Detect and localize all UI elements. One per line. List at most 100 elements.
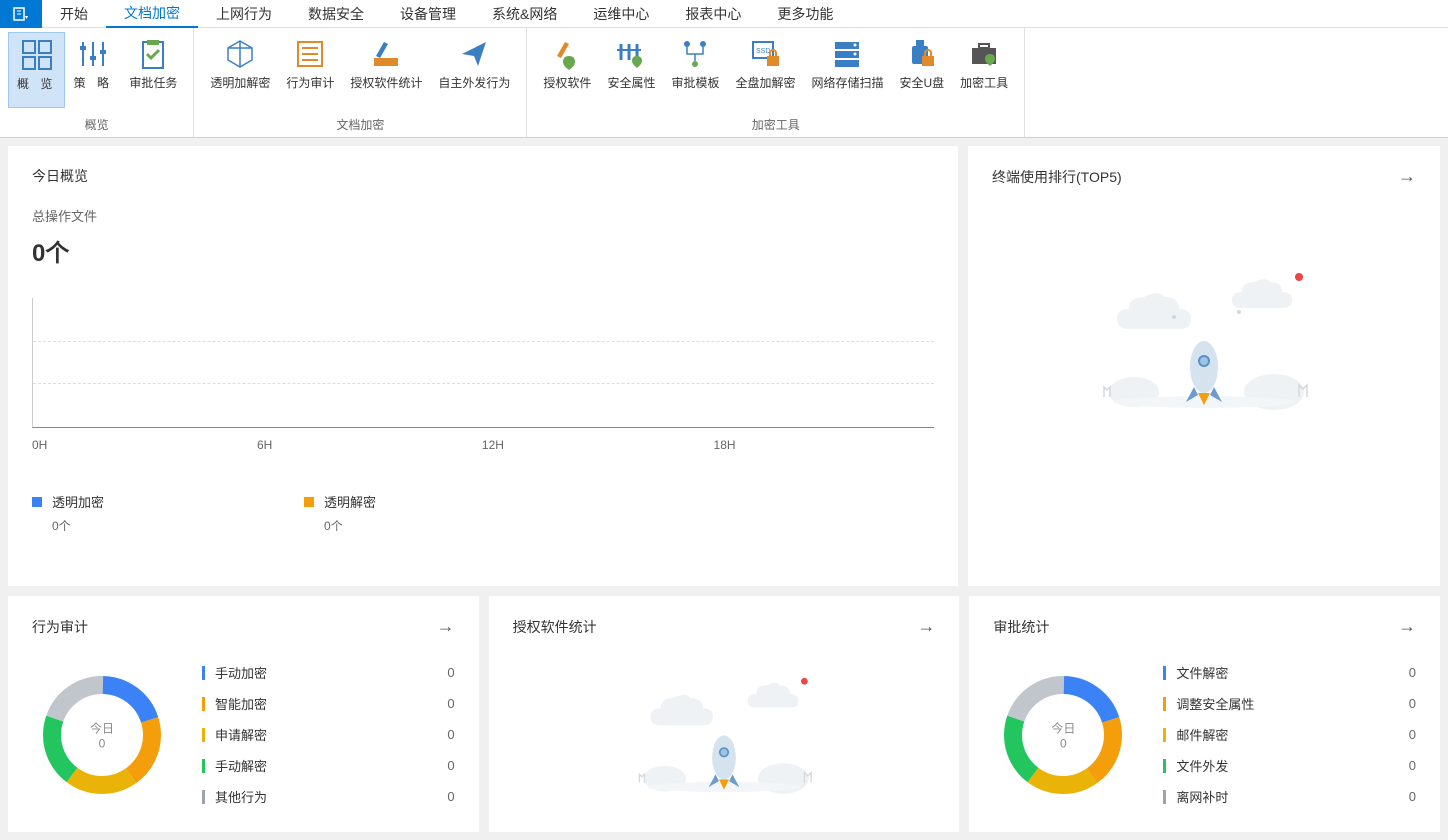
tab-1[interactable]: 文档加密	[106, 0, 198, 28]
svg-text:▾: ▾	[25, 15, 28, 21]
ribbon-button-label: 透明加解密	[210, 74, 270, 91]
behavior-audit-panel: 行为审计 → 今日 0 手动加密0智能	[8, 596, 479, 832]
ribbon-button-paper-plane[interactable]: 自主外发行为	[430, 32, 518, 108]
clipboard-check-icon	[137, 38, 169, 70]
stat-label-text: 手动解密	[215, 756, 267, 775]
ribbon-group-label: 文档加密	[194, 112, 526, 137]
tab-7[interactable]: 报表中心	[667, 0, 759, 28]
terminal-ranking-panel: 终端使用排行(TOP5) →	[968, 146, 1440, 586]
overview-line-chart	[32, 298, 934, 428]
legend-swatch	[304, 497, 314, 507]
ribbon-button-flow[interactable]: 审批模板	[663, 32, 727, 108]
legend-count: 0个	[324, 517, 376, 534]
arrow-right-icon[interactable]: →	[437, 616, 455, 637]
stat-value: 0	[1409, 789, 1416, 804]
x-axis-tick: 0H	[32, 438, 47, 452]
arrow-right-icon[interactable]: →	[1398, 166, 1416, 187]
fence-shield-icon	[615, 38, 647, 70]
stat-color-bar	[202, 697, 205, 711]
pencil-ruler-icon	[370, 38, 402, 70]
cube-icon	[224, 38, 256, 70]
ribbon-button-list[interactable]: 行为审计	[278, 32, 342, 108]
ribbon-button-usb-lock[interactable]: 安全U盘	[892, 32, 953, 108]
menu-icon: ▾	[12, 5, 30, 23]
stat-value: 0	[447, 789, 454, 804]
ribbon-group-1: 透明加解密行为审计授权软件统计自主外发行为文档加密	[194, 28, 527, 137]
ribbon-button-grid[interactable]: 概 览	[8, 32, 65, 108]
stat-color-bar	[1163, 728, 1166, 742]
ribbon-group-label: 加密工具	[527, 112, 1024, 137]
legend-item: 透明加密 0个	[32, 492, 104, 534]
ribbon-button-briefcase-shield[interactable]: 加密工具	[952, 32, 1016, 108]
pen-shield-icon	[551, 38, 583, 70]
ribbon-button-label: 策 略	[74, 74, 113, 91]
flow-icon	[679, 38, 711, 70]
ribbon-button-label: 自主外发行为	[438, 74, 510, 91]
panel-title: 授权软件统计	[513, 617, 597, 637]
stat-row: 手动解密0	[202, 750, 455, 781]
stat-value: 0	[1409, 696, 1416, 711]
legend-name: 透明加密	[52, 492, 104, 511]
servers-icon	[831, 38, 863, 70]
stat-color-bar	[1163, 697, 1166, 711]
x-axis-tick: 12H	[482, 438, 504, 452]
x-axis-tick: 6H	[257, 438, 272, 452]
tab-5[interactable]: 系统&网络	[474, 0, 575, 28]
ribbon-button-label: 审批模板	[671, 74, 719, 91]
stat-row: 邮件解密0	[1163, 719, 1416, 750]
ribbon-button-clipboard-check[interactable]: 审批任务	[121, 32, 185, 108]
stat-color-bar	[202, 790, 205, 804]
tab-3[interactable]: 数据安全	[290, 0, 382, 28]
ribbon-toolbar: 概 览策 略审批任务概览透明加解密行为审计授权软件统计自主外发行为文档加密授权软…	[0, 28, 1448, 138]
paper-plane-icon	[458, 38, 490, 70]
stat-row: 其他行为 0	[202, 781, 455, 812]
ribbon-button-label: 网络存储扫描	[811, 74, 883, 91]
donut-center-value: 0	[1051, 736, 1075, 750]
tab-4[interactable]: 设备管理	[382, 0, 474, 28]
stat-label-text: 其他行为	[215, 787, 267, 806]
arrow-right-icon[interactable]: →	[1398, 616, 1416, 637]
legend-count: 0个	[52, 517, 104, 534]
ribbon-button-label: 全盘加解密	[735, 74, 795, 91]
panel-title: 今日概览	[32, 166, 88, 186]
stat-color-bar	[1163, 790, 1166, 804]
stat-value: 0	[1409, 727, 1416, 742]
approval-donut-chart: 今日 0	[993, 665, 1133, 805]
arrow-right-icon[interactable]: →	[917, 616, 935, 637]
behavior-stat-list: 手动加密0智能加密0申请解密0手动解密0其他行为0	[202, 657, 455, 812]
stat-label-text: 调整安全属性	[1176, 694, 1254, 713]
approval-stats-panel: 审批统计 → 今日 0 文件解密0调整	[969, 596, 1440, 832]
tab-0[interactable]: 开始	[42, 0, 106, 28]
stat-value: 0	[1409, 758, 1416, 773]
stat-value: 0	[447, 665, 454, 680]
stat-row: 智能加密0	[202, 688, 455, 719]
metric-label: 总操作文件	[32, 206, 934, 225]
ribbon-button-fence-shield[interactable]: 安全属性	[599, 32, 663, 108]
tab-6[interactable]: 运维中心	[575, 0, 667, 28]
empty-state-illustration	[992, 207, 1416, 467]
tab-2[interactable]: 上网行为	[198, 0, 290, 28]
stat-value: 0	[447, 727, 454, 742]
usb-lock-icon	[906, 38, 938, 70]
ribbon-button-cube[interactable]: 透明加解密	[202, 32, 278, 108]
stat-row: 离网补时0	[1163, 781, 1416, 812]
ribbon-button-pencil-ruler[interactable]: 授权软件统计	[342, 32, 430, 108]
grid-icon	[21, 39, 53, 71]
panel-title: 终端使用排行(TOP5)	[992, 167, 1122, 187]
donut-center-label: 今日	[1051, 719, 1075, 736]
ribbon-button-sliders[interactable]: 策 略	[65, 32, 121, 108]
legend-name: 透明解密	[324, 492, 376, 511]
empty-state-illustration	[513, 657, 936, 807]
stat-value: 0	[1409, 665, 1416, 680]
ribbon-button-pen-shield[interactable]: 授权软件	[535, 32, 599, 108]
metric-value: 0个	[32, 233, 934, 268]
tab-8[interactable]: 更多功能	[759, 0, 851, 28]
ribbon-button-servers[interactable]: 网络存储扫描	[803, 32, 891, 108]
stat-row: 文件解密0	[1163, 657, 1416, 688]
donut-center-label: 今日	[90, 719, 114, 736]
ribbon-group-label: 概览	[0, 112, 193, 137]
behavior-donut-chart: 今日 0	[32, 665, 172, 805]
ribbon-button-ssd-lock[interactable]: SSD全盘加解密	[727, 32, 803, 108]
stat-row: 文件外发0	[1163, 750, 1416, 781]
app-menu-button[interactable]: ▾	[0, 0, 42, 28]
